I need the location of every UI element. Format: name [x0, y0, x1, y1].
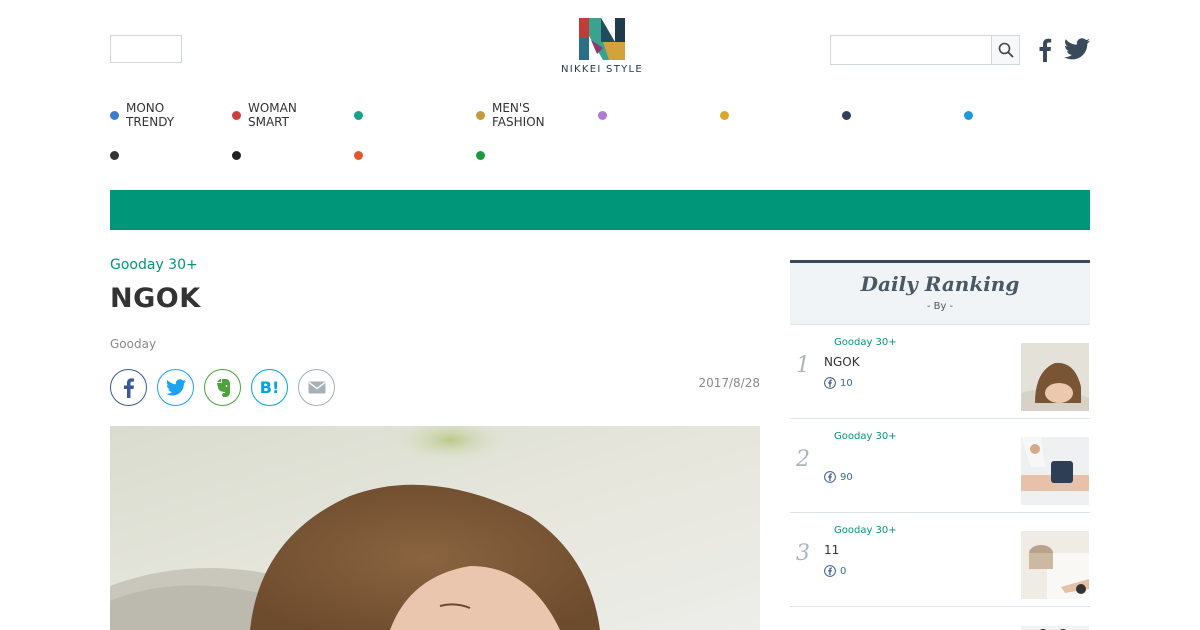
- twitter-icon: [165, 379, 186, 396]
- nav-dot: [354, 110, 363, 120]
- rank-like-count: 0: [824, 565, 846, 577]
- logo-mark-icon: [579, 18, 625, 60]
- facebook-icon: [824, 471, 836, 483]
- rank-category: Gooday 30+: [834, 337, 897, 348]
- ranking-item[interactable]: 2 Gooday 30+ 90: [790, 418, 1090, 512]
- ranking-item[interactable]: 3 Gooday 30+ 11 0: [790, 512, 1090, 606]
- article-category[interactable]: Gooday 30+: [110, 257, 198, 273]
- rank-thumbnail: [1021, 437, 1089, 505]
- rank-like-count: 10: [824, 377, 853, 389]
- rank-title: 11: [824, 543, 840, 557]
- share-evernote-button[interactable]: [204, 369, 241, 406]
- rank-title: NGOK: [824, 355, 860, 369]
- facebook-icon: [824, 565, 836, 577]
- nav-item-woman-smart[interactable]: WOMAN SMART: [232, 98, 352, 132]
- facebook-icon[interactable]: [1036, 38, 1054, 62]
- share-facebook-button[interactable]: [110, 369, 147, 406]
- article-hero-image: [110, 426, 760, 630]
- nav-item-9[interactable]: [110, 138, 230, 172]
- rank-category: Gooday 30+: [834, 525, 897, 536]
- rank-number: 2: [796, 447, 810, 472]
- nav-dot: [476, 150, 485, 160]
- search-input[interactable]: [830, 35, 992, 65]
- share-twitter-button[interactable]: [157, 369, 194, 406]
- twitter-icon[interactable]: [1064, 38, 1090, 62]
- nav-dot: [354, 150, 363, 160]
- nav-dot: [842, 110, 851, 120]
- nav-label: MEN'S FASHION: [492, 101, 545, 129]
- ranking-title: Daily Ranking: [860, 272, 1020, 296]
- nav-label: WOMAN SMART: [248, 101, 297, 129]
- logo-text: NIKKEI STYLE: [560, 64, 644, 75]
- ranking-item[interactable]: 1 Gooday 30+ NGOK 10: [790, 324, 1090, 418]
- rank-number: 1: [796, 353, 810, 378]
- rank-like-count: 90: [824, 471, 853, 483]
- nav-item-12[interactable]: [476, 138, 596, 172]
- facebook-icon: [123, 377, 134, 398]
- share-mail-button[interactable]: [298, 369, 335, 406]
- nav-item-11[interactable]: [354, 138, 474, 172]
- nav-item-5[interactable]: [598, 98, 718, 132]
- share-hatena-button[interactable]: B!: [251, 369, 288, 406]
- nav-item-3[interactable]: [354, 98, 474, 132]
- rank-thumbnail: [1021, 343, 1089, 411]
- nav-dot: [964, 110, 973, 120]
- category-nav: MONO TRENDY WOMAN SMART MEN'S FASHION: [110, 96, 1090, 176]
- nav-label: MONO TRENDY: [126, 101, 175, 129]
- article-source: Gooday: [110, 337, 157, 351]
- rank-thumbnail: [1021, 621, 1089, 630]
- search-box: [830, 35, 1020, 65]
- nav-dot: [232, 110, 241, 120]
- nav-item-7[interactable]: [842, 98, 962, 132]
- section-banner: [110, 190, 1090, 230]
- facebook-icon: [824, 377, 836, 389]
- ranking-subtitle: - By -: [926, 301, 954, 312]
- article-date: 2017/8/28: [698, 376, 760, 390]
- page: NIKKEI STYLE MONO TRENDY WOMAN SMART MEN…: [0, 0, 1200, 630]
- nav-item-8[interactable]: [964, 98, 1084, 132]
- nav-dot: [598, 110, 607, 120]
- header: NIKKEI STYLE: [0, 0, 1200, 90]
- nav-item-6[interactable]: [720, 98, 840, 132]
- article-title: NGOK: [110, 283, 201, 314]
- nav-dot: [232, 150, 241, 160]
- nav-dot: [720, 110, 729, 120]
- daily-ranking: Daily Ranking - By - 1 Gooday 30+ NGOK 1…: [790, 260, 1090, 630]
- site-logo[interactable]: NIKKEI STYLE: [556, 18, 648, 82]
- evernote-icon: [216, 378, 230, 397]
- like-count: 90: [840, 471, 853, 483]
- mail-icon: [308, 381, 325, 394]
- nav-item-mono-trendy[interactable]: MONO TRENDY: [110, 98, 230, 132]
- search-icon: [998, 42, 1014, 58]
- ranking-header: Daily Ranking - By -: [790, 260, 1090, 324]
- search-button[interactable]: [991, 35, 1020, 65]
- rank-category: Gooday 30+: [834, 431, 897, 442]
- rank-number: 3: [796, 541, 810, 566]
- like-count: 0: [840, 565, 847, 577]
- header-left-box[interactable]: [110, 35, 182, 63]
- nav-item-10[interactable]: [232, 138, 352, 172]
- like-count: 10: [840, 377, 853, 389]
- nav-dot: [476, 110, 485, 120]
- nav-dot: [110, 150, 119, 160]
- rank-thumbnail: [1021, 531, 1089, 599]
- ranking-item[interactable]: [790, 606, 1090, 630]
- hatena-icon: B!: [259, 378, 280, 397]
- nav-dot: [110, 110, 119, 120]
- nav-item-mens-fashion[interactable]: MEN'S FASHION: [476, 98, 596, 132]
